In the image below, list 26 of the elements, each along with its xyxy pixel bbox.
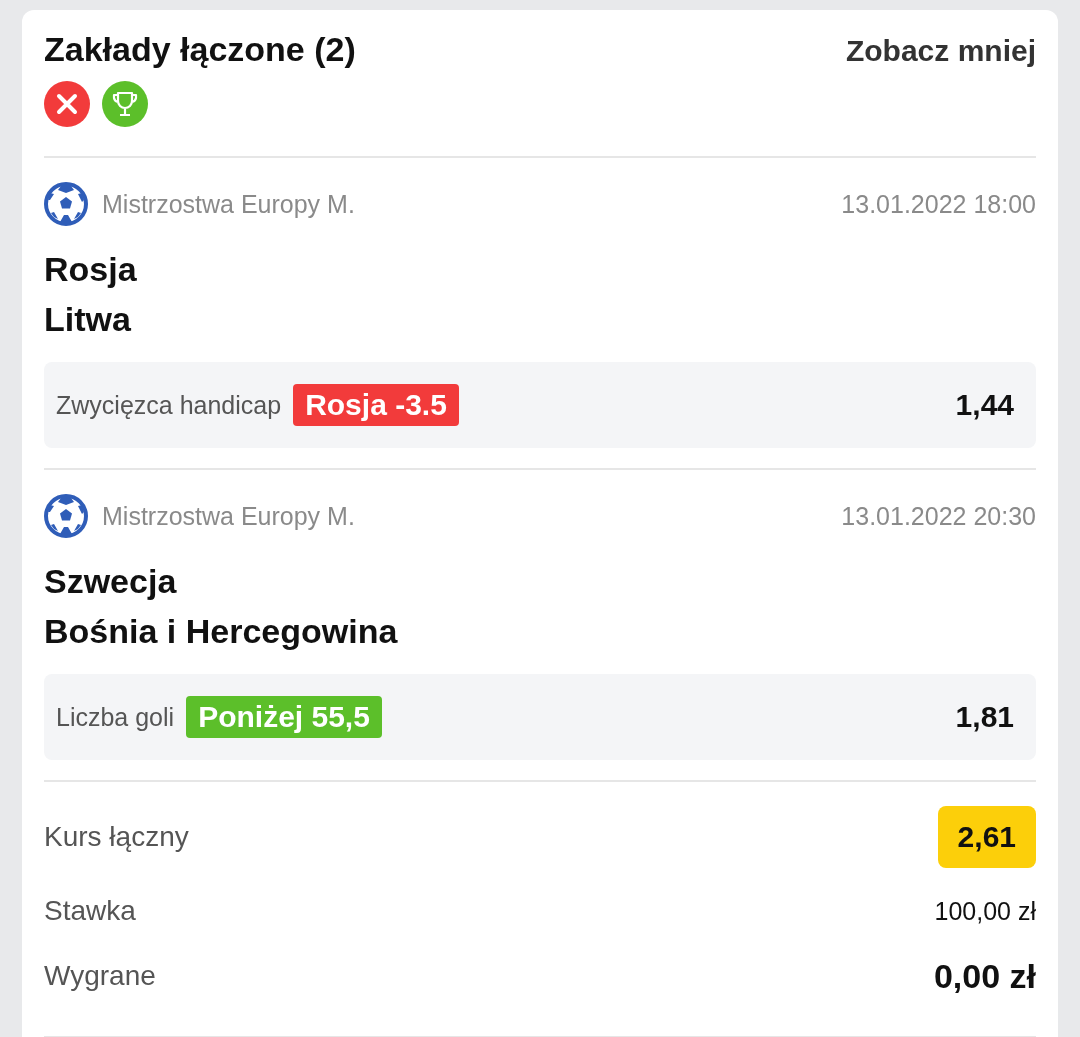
team-name: Bośnia i Hercegowina [44,611,399,652]
match-datetime: 13.01.2022 18:00 [841,189,1036,219]
odds-value: 1,81 [955,700,1014,734]
market-name: Zwycięzca handicap [56,390,282,420]
market-name: Liczba goli [56,702,175,732]
match-datetime: 13.01.2022 20:30 [841,501,1036,531]
league-name: Mistrzostwa Europy M. [102,501,355,531]
stake-label: Stawka [44,895,136,927]
team-name: Litwa [44,299,132,340]
team-name: Szwecja [44,561,178,602]
total-odds-label: Kurs łączny [44,821,189,853]
card-title: Zakłady łączone (2) [44,30,356,69]
pick-badge: Rosja -3.5 [293,384,459,426]
close-icon [44,81,90,127]
odds-value: 1,44 [955,388,1014,422]
football-icon [44,182,88,226]
trophy-icon [102,81,148,127]
football-icon [44,494,88,538]
total-odds-badge: 2,61 [937,806,1036,868]
pick-badge: Poniżej 55,5 [186,696,382,738]
see-less-link[interactable]: Zobacz mniej [845,30,1036,68]
winnings-label: Wygrane [44,960,156,992]
team-name: Rosja [44,249,138,290]
winnings-value: 0,00 zł [933,956,1036,996]
stake-value: 100,00 zł [934,896,1036,926]
league-name: Mistrzostwa Europy M. [102,189,355,219]
